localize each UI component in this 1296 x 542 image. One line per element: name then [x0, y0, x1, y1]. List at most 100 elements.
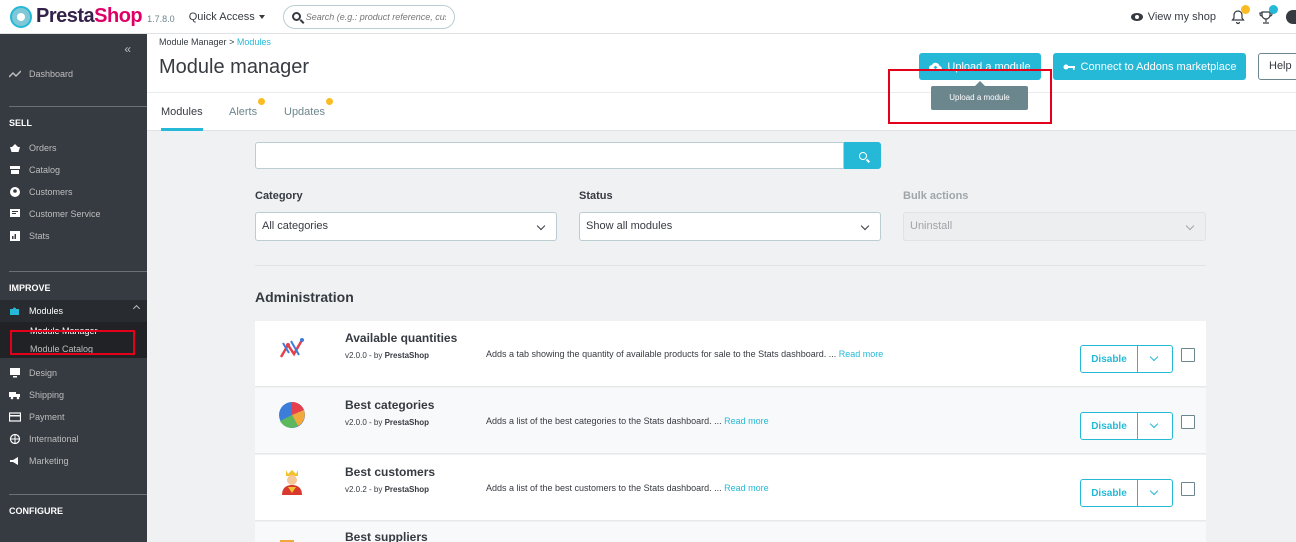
sidebar-item-label: Catalog [29, 165, 61, 175]
status-label: Status [579, 190, 613, 202]
view-shop-label: View my shop [1147, 11, 1216, 23]
sidebar-item-catalog[interactable]: Catalog [0, 159, 147, 181]
module-description-text: Adds a list of the best categories to th… [486, 416, 722, 426]
sidebar-item-payment[interactable]: Payment [0, 406, 147, 428]
search-icon [291, 12, 301, 21]
category-select[interactable]: All categories [255, 212, 557, 241]
module-manager-highlight [10, 330, 135, 355]
module-row: Best suppliers [255, 522, 1206, 542]
module-checkbox[interactable] [1181, 415, 1195, 429]
chevron-down-icon [1149, 352, 1159, 362]
module-version-text: v2.0.0 - by [345, 418, 383, 427]
sidebar-item-label: Orders [29, 143, 57, 153]
sidebar-item-customer-service[interactable]: Customer Service [0, 203, 147, 225]
section-title: Administration [255, 289, 354, 305]
module-description: Adds a list of the best categories to th… [486, 416, 769, 426]
disable-button[interactable]: Disable [1080, 479, 1138, 507]
sidebar-item-design[interactable]: Design [0, 362, 147, 384]
module-row: Best customers v2.0.2 - by PrestaShop Ad… [255, 455, 1206, 521]
breadcrumb-current[interactable]: Modules [237, 37, 271, 47]
sidebar-item-shipping[interactable]: Shipping [0, 384, 147, 406]
module-actions: Disable [1080, 479, 1173, 507]
employee-avatar[interactable] [1286, 10, 1296, 24]
status-select[interactable]: Show all modules [579, 212, 881, 241]
global-search-input[interactable] [305, 11, 446, 22]
module-actions-dropdown[interactable] [1138, 479, 1173, 507]
sidebar-item-modules[interactable]: Modules [0, 300, 147, 322]
module-actions-dropdown[interactable] [1138, 412, 1173, 440]
global-search[interactable] [282, 4, 455, 29]
chevron-down-icon [860, 221, 870, 231]
shopping-basket-icon [10, 144, 20, 152]
sidebar-divider [9, 271, 147, 272]
module-checkbox[interactable] [1181, 482, 1195, 496]
tab-updates[interactable]: Updates [284, 93, 333, 131]
king-customer-icon [282, 470, 302, 495]
sidebar-section-sell: SELL [9, 118, 33, 128]
module-checkbox[interactable] [1181, 348, 1195, 362]
module-description-text: Adds a list of the best customers to the… [486, 483, 722, 493]
sidebar-item-stats[interactable]: Stats [0, 225, 147, 247]
module-description: Adds a list of the best customers to the… [486, 483, 769, 493]
updates-badge [325, 98, 333, 105]
bar-chart-icon [10, 231, 20, 241]
notification-badge [1241, 5, 1250, 14]
module-version-text: v2.0.2 - by [345, 485, 383, 494]
bulk-actions-value: Uninstall [910, 220, 953, 232]
breadcrumb-parent[interactable]: Module Manager [159, 37, 227, 47]
sidebar-section-improve: IMPROVE [9, 283, 51, 293]
help-button[interactable]: Help [1258, 53, 1296, 80]
trending-up-icon [9, 70, 21, 78]
sidebar-item-international[interactable]: International [0, 428, 147, 450]
read-more-link[interactable]: Read more [839, 349, 884, 359]
notifications-bell[interactable] [1230, 5, 1250, 25]
quick-access-dropdown[interactable]: Quick Access [189, 11, 265, 23]
bulk-actions-label: Bulk actions [903, 190, 969, 202]
module-author: PrestaShop [384, 351, 430, 360]
module-name[interactable]: Best customers [345, 465, 435, 479]
module-actions: Disable [1080, 412, 1173, 440]
module-name[interactable]: Best categories [345, 398, 434, 412]
module-actions: Disable [1080, 345, 1173, 373]
quick-access-label: Quick Access [188, 10, 255, 23]
chevron-down-icon [536, 221, 546, 231]
sidebar-item-customers[interactable]: Customers [0, 181, 147, 203]
sidebar-item-label: Design [29, 368, 58, 378]
module-search-input[interactable] [256, 143, 843, 168]
module-actions-dropdown[interactable] [1138, 345, 1173, 373]
sidebar-item-marketing[interactable]: Marketing [0, 450, 147, 472]
module-search-button[interactable] [844, 142, 881, 169]
version-label: 1.7.8.0 [147, 13, 175, 24]
key-icon [1063, 64, 1075, 70]
tab-modules[interactable]: Modules [161, 93, 203, 131]
globe-icon [9, 434, 21, 444]
view-my-shop-link[interactable]: View my shop [1130, 11, 1216, 23]
disable-button[interactable]: Disable [1080, 412, 1138, 440]
sidebar-item-dashboard[interactable]: Dashboard [0, 60, 147, 88]
category-label: Category [255, 190, 303, 202]
disable-button[interactable]: Disable [1080, 345, 1138, 373]
chevron-down-icon [1149, 486, 1159, 496]
sidebar-item-orders[interactable]: Orders [0, 137, 147, 159]
module-author: PrestaShop [384, 485, 430, 494]
sidebar: « Dashboard SELL Orders Catalog Customer… [0, 34, 147, 542]
status-select-value: Show all modules [586, 220, 673, 232]
tab-alerts[interactable]: Alerts [229, 93, 266, 131]
stock-chart-icon [279, 338, 304, 358]
tab-alerts-label: Alerts [229, 106, 258, 118]
read-more-link[interactable]: Read more [724, 416, 769, 426]
top-header: PrestaShop 1.7.8.0 Quick Access View my … [0, 0, 1296, 34]
connect-addons-button[interactable]: Connect to Addons marketplace [1053, 53, 1246, 80]
breadcrumb-separator: > [229, 37, 235, 47]
module-row: Best categories v2.0.0 - by PrestaShop A… [255, 388, 1206, 454]
collapse-sidebar-icon[interactable]: « [124, 42, 131, 56]
module-name[interactable]: Available quantities [345, 331, 457, 345]
bulk-actions-select[interactable]: Uninstall [903, 212, 1206, 241]
module-name[interactable]: Best suppliers [345, 530, 428, 542]
puffin-logo-icon [10, 5, 32, 28]
read-more-link[interactable]: Read more [724, 483, 769, 493]
sidebar-item-label: Dashboard [29, 69, 74, 79]
prestashop-logo[interactable]: PrestaShop 1.7.8.0 [10, 5, 175, 28]
trophy-button[interactable] [1258, 5, 1278, 25]
credit-card-icon [9, 412, 21, 422]
